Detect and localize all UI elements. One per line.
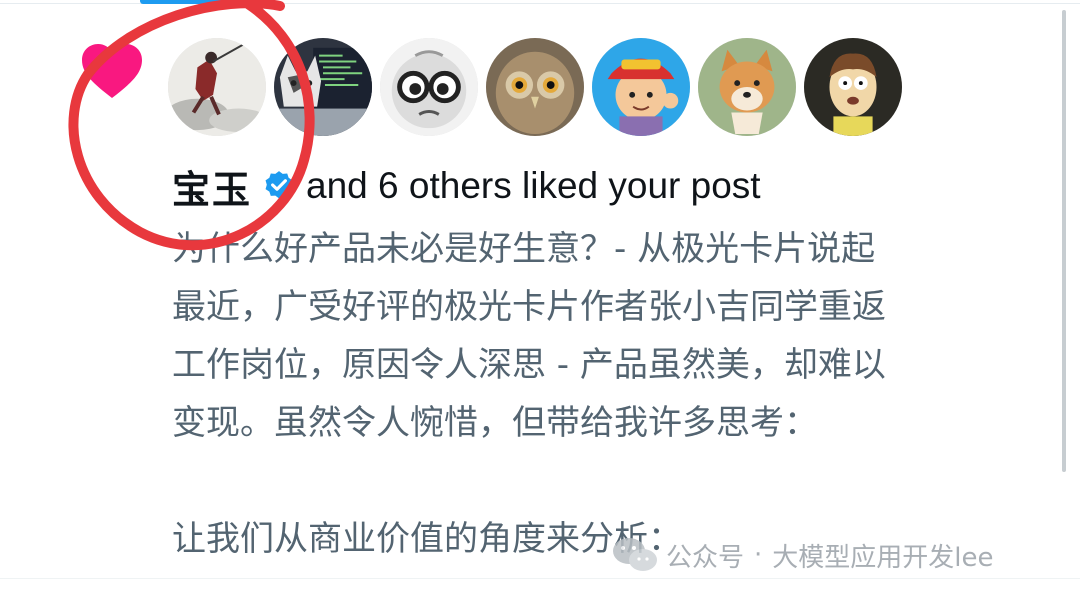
post-line: 变现。虽然令人惋惜，但带给我许多思考： xyxy=(172,403,818,443)
husky-laptop-avatar xyxy=(274,38,372,136)
liked-summary-text: and 6 others liked your post xyxy=(306,165,761,206)
notification-headline: 宝玉 and 6 others liked your post xyxy=(172,158,761,214)
watermark: 公众号 · 大模型应用开发lee xyxy=(612,532,994,578)
active-tab-indicator xyxy=(140,0,232,4)
cartoon-character-avatar xyxy=(804,38,902,136)
avatar[interactable] xyxy=(380,38,478,136)
wechat-icon xyxy=(612,535,658,575)
scrollbar-thumb[interactable] xyxy=(1062,10,1066,472)
shiba-dog-avatar xyxy=(698,38,796,136)
post-line-blank xyxy=(172,452,1052,510)
heart-icon xyxy=(80,42,144,100)
owl-avatar xyxy=(486,38,584,136)
avatar[interactable] xyxy=(168,38,266,136)
avatar[interactable] xyxy=(698,38,796,136)
summer-cap-boy-avatar xyxy=(592,38,690,136)
baby-glasses-avatar xyxy=(380,38,478,136)
bottom-divider xyxy=(0,578,1080,579)
avatar[interactable] xyxy=(804,38,902,136)
liker-name[interactable]: 宝玉 xyxy=(172,159,252,214)
verified-badge-icon xyxy=(262,169,296,203)
ink-painting-warrior-avatar xyxy=(168,38,266,136)
post-line: 工作岗位，原因令人深思 - 产品虽然美，却难以 xyxy=(172,345,886,385)
watermark-account: 大模型应用开发lee xyxy=(772,542,994,573)
avatar[interactable] xyxy=(486,38,584,136)
avatar[interactable] xyxy=(592,38,690,136)
post-line: 为什么好产品未必是好生意？- 从极光卡片说起 xyxy=(172,229,876,269)
avatar[interactable] xyxy=(274,38,372,136)
post-preview[interactable]: 为什么好产品未必是好生意？- 从极光卡片说起 最近，广受好评的极光卡片作者张小吉… xyxy=(172,220,1052,568)
watermark-separator: · xyxy=(754,540,763,570)
scrollbar[interactable] xyxy=(1062,10,1066,570)
watermark-prefix: 公众号 xyxy=(666,542,745,573)
post-line: 最近，广受好评的极光卡片作者张小吉同学重返 xyxy=(172,287,886,327)
